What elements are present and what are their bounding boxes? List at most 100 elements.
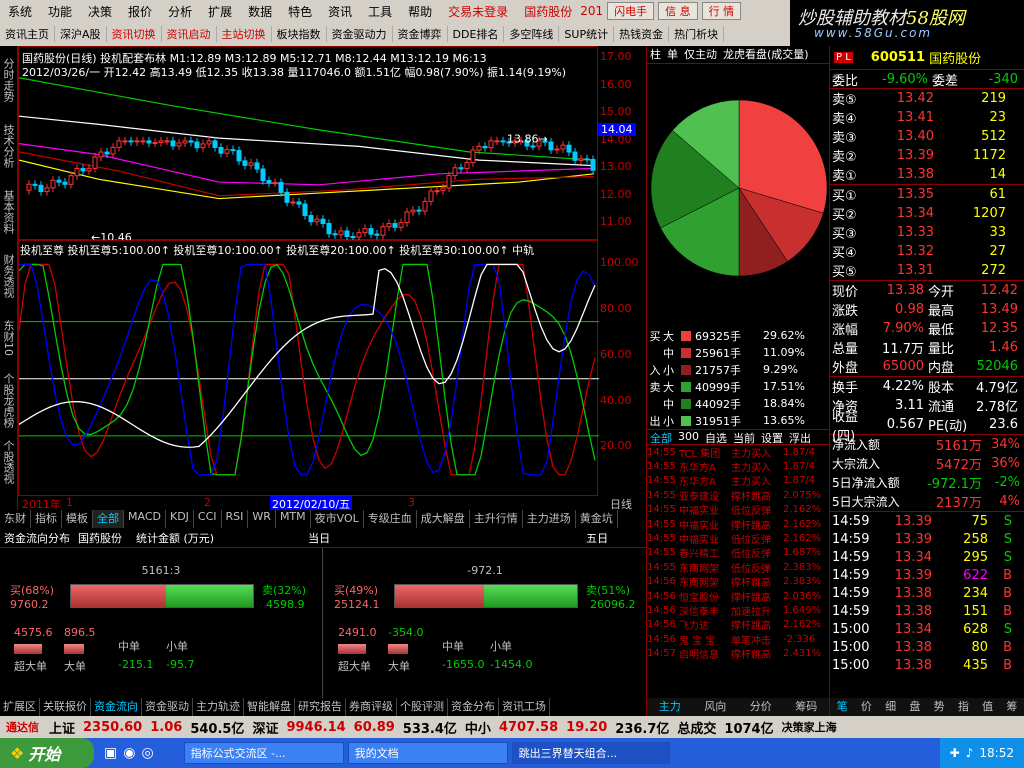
alert-filter-tab[interactable]: 设置	[758, 430, 786, 445]
login-status[interactable]: 交易未登录	[440, 3, 516, 20]
toolbar-item[interactable]: DDE排名	[448, 26, 505, 42]
right-bottom-tab[interactable]: 细	[879, 698, 903, 716]
alert-filter-tab[interactable]: 300	[675, 430, 702, 444]
alert-row[interactable]: 14:55 东华方A 主力买入 1.87/4	[647, 459, 829, 474]
indicator-tab[interactable]: 成大解盘	[417, 510, 470, 528]
book-row[interactable]: 买③ 13.33 33	[830, 223, 1024, 242]
alert-row[interactable]: 14:55 中福实业 撑杆跳高 2.162%	[647, 517, 829, 532]
alert-row[interactable]: 14:56 恒宝股份 撑杆跳高 2.036%	[647, 589, 829, 604]
menu-stock[interactable]: 国药股份	[516, 3, 580, 20]
alert-row[interactable]: 14:56 飞力达 撑杆跳高 2.162%	[647, 618, 829, 632]
book-row[interactable]: 卖② 13.39 1172	[830, 146, 1024, 165]
bottom-tab[interactable]: 关联报价	[40, 698, 91, 716]
toolbar-item[interactable]: 资金驱动力	[327, 26, 393, 42]
menu-item[interactable]: 数据	[240, 3, 280, 20]
alert-row[interactable]: 14:55 亚泰建设 撑杆跳高 2.075%	[647, 488, 829, 503]
left-nav-item[interactable]: 财务透视	[0, 244, 16, 306]
alert-row[interactable]: 14:55 TCL 集团 主力买入 1.87/4	[647, 445, 829, 460]
toolbar-item[interactable]: 深沪A股	[55, 26, 107, 42]
bottom-tab[interactable]: 研究报告	[295, 698, 346, 716]
alert-filter-tab[interactable]: 当前	[730, 430, 758, 445]
left-nav-item[interactable]: 基本资料	[0, 178, 16, 244]
alert-row[interactable]: 14:56 深信泰丰 加速拉升 1.649%	[647, 603, 829, 618]
bottom-tab[interactable]: 资金驱动	[142, 698, 193, 716]
left-nav-item[interactable]: 东财10	[0, 306, 16, 368]
info-button[interactable]: 信 息	[658, 2, 698, 20]
indicator-tab[interactable]: MACD	[124, 510, 166, 528]
mid-tab[interactable]: 仅主动	[681, 46, 720, 63]
indicator-tab[interactable]: 全部	[93, 510, 124, 528]
media-icon[interactable]: ◉	[123, 745, 135, 761]
indicator-tab[interactable]: 指标	[31, 510, 62, 528]
indicator-tab[interactable]: 专级庄血	[364, 510, 417, 528]
alert-row[interactable]: 14:55 春兴精工 低位反弹 1.687%	[647, 546, 829, 560]
menu-item[interactable]: 特色	[280, 3, 320, 20]
left-nav-item[interactable]: 分时走势	[0, 46, 16, 112]
bottom-tab[interactable]: 智能解盘	[244, 698, 295, 716]
indicator-tab[interactable]: WR	[248, 510, 276, 528]
book-row[interactable]: 买① 13.35 61	[830, 185, 1024, 204]
menu-item[interactable]: 工具	[360, 3, 400, 20]
toolbar-item[interactable]: 热钱资金	[614, 26, 670, 42]
alert-row[interactable]: 14:56 鬼 宝 宝 单笔冲击 -2.336	[647, 632, 829, 647]
menu-item[interactable]: 分析	[160, 3, 200, 20]
book-row[interactable]: 买④ 13.32 27	[830, 242, 1024, 261]
bottom-tab[interactable]: 扩展区	[0, 698, 40, 716]
right-bottom-tab[interactable]: 筹	[1000, 698, 1024, 716]
toolbar-item[interactable]: 资讯主页	[0, 26, 55, 42]
mid-tab[interactable]: 柱	[647, 46, 664, 63]
quote-button[interactable]: 行 情	[701, 2, 742, 20]
right-bottom-tab[interactable]: 笔	[830, 698, 854, 716]
mid-bottom-tab[interactable]: 分价	[738, 698, 784, 716]
right-bottom-tab[interactable]: 势	[927, 698, 951, 716]
bottom-tab[interactable]: 主力轨迹	[193, 698, 244, 716]
right-bottom-tab[interactable]: 盘	[903, 698, 927, 716]
start-button[interactable]: ❖ 开始	[0, 738, 94, 768]
book-row[interactable]: 卖③ 13.40 512	[830, 127, 1024, 146]
flash-trade-button[interactable]: 闪电手	[607, 2, 655, 20]
task-documents[interactable]: 我的文档	[347, 742, 508, 764]
toolbar-item[interactable]: 资金博弈	[393, 26, 448, 42]
mid-tab[interactable]: 龙虎看盘(成交量)	[720, 46, 812, 63]
toolbar-item[interactable]: 热门析块	[669, 26, 725, 42]
indicator-chart[interactable]	[18, 240, 599, 496]
alert-row[interactable]: 14:55 中福实业 低位反弹 2.162%	[647, 503, 829, 517]
task-stock-app[interactable]: 跳出三界替天组合...	[511, 742, 670, 764]
mid-bottom-tab[interactable]: 风向	[693, 698, 739, 716]
tray-icon[interactable]: ✚	[950, 746, 960, 760]
toolbar-item[interactable]: 资讯启动	[162, 26, 217, 42]
bottom-tab[interactable]: 个股评测	[397, 698, 448, 716]
indicator-tab[interactable]: 主力进场	[523, 510, 576, 528]
indicator-tab[interactable]: 模板	[62, 510, 93, 528]
alert-row[interactable]: 14:56 东南网架 撑杆跳高 2.383%	[647, 575, 829, 589]
bottom-tab[interactable]: 资金流向	[91, 698, 142, 716]
toolbar-item[interactable]: 资讯切换	[107, 26, 162, 42]
alert-row[interactable]: 14:55 东南网架 低位反弹 2.383%	[647, 560, 829, 575]
book-row[interactable]: 买⑤ 13.31 272	[830, 261, 1024, 280]
desktop-icon[interactable]: ▣	[104, 745, 117, 761]
toolbar-item[interactable]: 主站切换	[217, 26, 272, 42]
indicator-tab[interactable]: CCI	[194, 510, 222, 528]
indicator-tab[interactable]: KDJ	[166, 510, 194, 528]
browser-icon[interactable]: ◎	[141, 745, 153, 761]
toolbar-item[interactable]: 板块指数	[272, 26, 327, 42]
toolbar-item[interactable]: 多空阵线	[504, 26, 560, 42]
left-nav-item[interactable]: 个股龙虎榜	[0, 368, 16, 430]
bottom-tab[interactable]: 券商评级	[346, 698, 397, 716]
menu-item[interactable]: 系统	[0, 3, 40, 20]
alert-filter-tab[interactable]: 全部	[647, 430, 675, 445]
mid-bottom-tab[interactable]: 筹码	[784, 698, 830, 716]
book-row[interactable]: 卖⑤ 13.42 219	[830, 89, 1024, 108]
task-forum[interactable]: 指标公式交流区 -...	[183, 742, 344, 764]
menu-item[interactable]: 扩展	[200, 3, 240, 20]
right-bottom-tab[interactable]: 价	[854, 698, 878, 716]
indicator-tab[interactable]: 夜市VOL	[311, 510, 364, 528]
book-row[interactable]: 卖① 13.38 14	[830, 165, 1024, 184]
mid-bottom-tab[interactable]: 主力	[647, 698, 693, 716]
bottom-tab[interactable]: 资讯工场	[499, 698, 550, 716]
indicator-tab[interactable]: 主升行情	[470, 510, 523, 528]
menu-item[interactable]: 决策	[80, 3, 120, 20]
book-row[interactable]: 买② 13.34 1207	[830, 204, 1024, 223]
alert-row[interactable]: 14:57 启明信息 撑杆跳高 2.431%	[647, 646, 829, 661]
alert-row[interactable]: 14:55 东华方A 主力买入 1.87/4	[647, 474, 829, 488]
